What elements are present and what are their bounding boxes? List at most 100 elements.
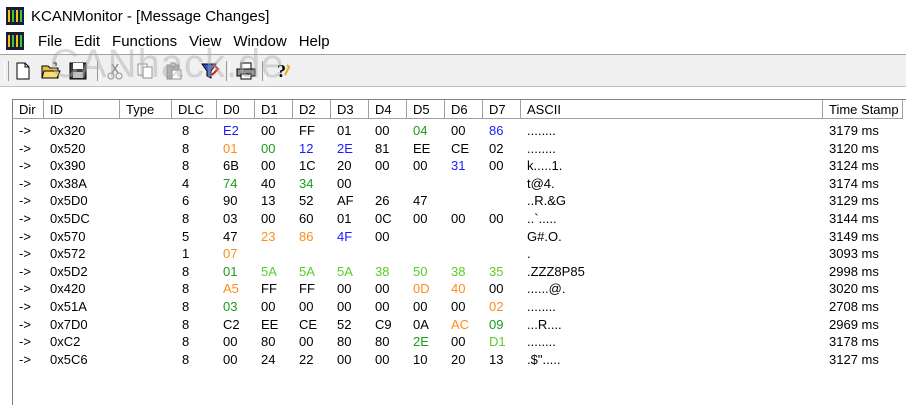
header-dlc[interactable]: DLC <box>172 100 217 119</box>
cell-dir: -> <box>19 281 31 297</box>
table-row[interactable]: -> 0x5DC 8 03 00 60 01 0C 00 00 00 ..`..... 3144 ms <box>13 210 903 228</box>
cell-byte-d4: 00 <box>375 123 390 138</box>
toolbar: ? <box>0 55 906 87</box>
table-row[interactable]: -> 0x5C6 8 00 24 22 00 00 10 20 13 .$"..... 3127 ms <box>13 351 903 369</box>
cell-byte-d0: 00 <box>223 351 238 367</box>
cell-byte-d7: 00 <box>489 158 504 174</box>
header-d4[interactable]: D4 <box>369 100 407 119</box>
cell-byte-d5 <box>407 228 445 246</box>
table-row[interactable]: -> 0x570 5 47 23 86 4F 00 G#.O. 3149 ms <box>13 228 903 246</box>
document-icon[interactable] <box>6 32 24 50</box>
cell-dir: -> <box>19 123 31 138</box>
cell-byte-d5: 04 <box>413 123 428 138</box>
cell-byte-d6: CE <box>451 140 470 156</box>
table-row[interactable]: -> 0x5D0 6 90 13 52 AF 26 47 ..R.&G 3129 ms <box>13 192 903 210</box>
cell-dir: -> <box>19 210 31 226</box>
header-type[interactable]: Type <box>120 100 172 119</box>
header-d0[interactable]: D0 <box>217 100 255 119</box>
table-row[interactable]: -> 0x390 8 6B 00 1C 20 00 00 31 00 k.....1. 3124 ms <box>13 157 903 175</box>
cell-byte-d3: 80 <box>337 334 352 350</box>
cell-type <box>120 263 172 281</box>
message-grid[interactable]: Dir ID Type DLC D0 D1 D2 D3 D4 D5 D6 D7 … <box>12 99 906 405</box>
header-d2[interactable]: D2 <box>293 100 331 119</box>
header-dir[interactable]: Dir <box>13 100 44 119</box>
cut-icon[interactable] <box>104 61 126 81</box>
filter-icon[interactable] <box>199 61 221 81</box>
cell-ascii: . <box>527 246 531 262</box>
cell-dlc: 8 <box>182 123 190 138</box>
cell-dlc: 8 <box>182 210 190 226</box>
cell-byte-d1: 40 <box>261 175 276 191</box>
header-d1[interactable]: D1 <box>255 100 293 119</box>
menu-window[interactable]: Window <box>229 33 294 50</box>
cell-byte-d3: 00 <box>337 175 352 191</box>
copy-icon[interactable] <box>134 61 156 81</box>
header-ascii[interactable]: ASCII <box>521 100 823 119</box>
cell-dlc: 8 <box>182 334 190 350</box>
new-file-icon[interactable] <box>12 61 34 81</box>
cell-dir: -> <box>19 193 31 209</box>
cell-byte-d3: 20 <box>337 158 352 174</box>
cell-ascii: .$"..... <box>527 351 561 367</box>
table-row[interactable]: -> 0x420 8 A5 FF FF 00 00 0D 40 00 ......@. 3020 ms <box>13 280 903 298</box>
grid-header: Dir ID Type DLC D0 D1 D2 D3 D4 D5 D6 D7 … <box>13 100 906 120</box>
app-icon <box>6 7 24 25</box>
cell-byte-d2 <box>293 245 331 263</box>
cell-dlc: 5 <box>182 228 190 244</box>
paste-icon[interactable] <box>163 61 185 81</box>
cell-timestamp: 3020 ms <box>829 281 879 297</box>
cell-dir: -> <box>19 246 31 262</box>
cell-byte-d1: 00 <box>261 210 276 226</box>
save-icon[interactable] <box>67 61 89 81</box>
cell-id: 0x572 <box>50 246 86 262</box>
header-d3[interactable]: D3 <box>331 100 369 119</box>
cell-byte-d5: EE <box>413 140 431 156</box>
cell-byte-d5: 00 <box>413 158 428 174</box>
toolbar-grip[interactable] <box>4 61 9 81</box>
table-row[interactable]: -> 0x520 8 01 00 12 2E 81 EE CE 02........ 3120 ms <box>13 140 903 158</box>
table-row[interactable]: -> 0x320 8 E2 00 FF 01 00 04 00 86........ 3179 ms <box>13 122 903 140</box>
cell-byte-d6 <box>445 175 483 193</box>
cell-type <box>120 333 172 351</box>
cell-timestamp: 3129 ms <box>829 193 879 209</box>
table-row[interactable]: -> 0x572 1 07. 3093 ms <box>13 245 903 263</box>
print-icon[interactable] <box>235 61 257 81</box>
table-row[interactable]: -> 0x38A 4 74 40 34 00 t@4. 3174 ms <box>13 175 903 193</box>
cell-byte-d0: 90 <box>223 193 238 209</box>
cell-id: 0x420 <box>50 281 86 297</box>
cell-ascii: G#.O. <box>527 228 562 244</box>
cell-type <box>120 175 172 193</box>
header-d5[interactable]: D5 <box>407 100 445 119</box>
table-row[interactable]: -> 0x7D0 8 C2 EE CE 52 C9 0A AC 09 ...R.... 2969 ms <box>13 316 903 334</box>
header-timestamp[interactable]: Time Stamp <box>823 100 903 119</box>
open-folder-icon[interactable] <box>40 61 62 81</box>
cell-type <box>120 157 172 175</box>
menu-help[interactable]: Help <box>295 33 338 50</box>
header-id[interactable]: ID <box>44 100 120 119</box>
cell-id: 0x7D0 <box>50 316 88 332</box>
header-d6[interactable]: D6 <box>445 100 483 119</box>
cell-dlc: 8 <box>182 298 190 314</box>
cell-byte-d4: 00 <box>375 158 390 174</box>
table-row[interactable]: -> 0xC2 8 00 80 00 80 80 2E 00 D1........ 3178 ms <box>13 333 903 351</box>
table-row[interactable]: -> 0x5D2 8 01 5A 5A 5A 38 50 38 35 .ZZZ8P85 2998 ms <box>13 263 903 281</box>
cell-timestamp: 2708 ms <box>829 298 879 314</box>
menu-edit[interactable]: Edit <box>70 33 108 50</box>
toolbar-divider <box>97 61 101 81</box>
cell-id: 0x5D0 <box>50 193 88 209</box>
table-row[interactable]: -> 0x51A 8 03 00 00 00 00 00 00 02........ 2708 ms <box>13 298 903 316</box>
help-icon[interactable]: ? <box>271 61 293 81</box>
cell-byte-d3: 00 <box>337 351 352 367</box>
toolbar-divider <box>226 61 230 81</box>
menu-functions[interactable]: Functions <box>108 33 185 50</box>
cell-byte-d2: 5A <box>299 263 315 279</box>
cell-timestamp: 3178 ms <box>829 334 879 350</box>
cell-dir: -> <box>19 158 31 174</box>
cell-type <box>120 298 172 316</box>
cell-byte-d5: 0D <box>413 281 430 297</box>
header-d7[interactable]: D7 <box>483 100 521 119</box>
menu-file[interactable]: File <box>34 33 70 50</box>
cell-dlc: 8 <box>182 316 190 332</box>
cell-byte-d6 <box>445 228 483 246</box>
menu-view[interactable]: View <box>185 33 229 50</box>
